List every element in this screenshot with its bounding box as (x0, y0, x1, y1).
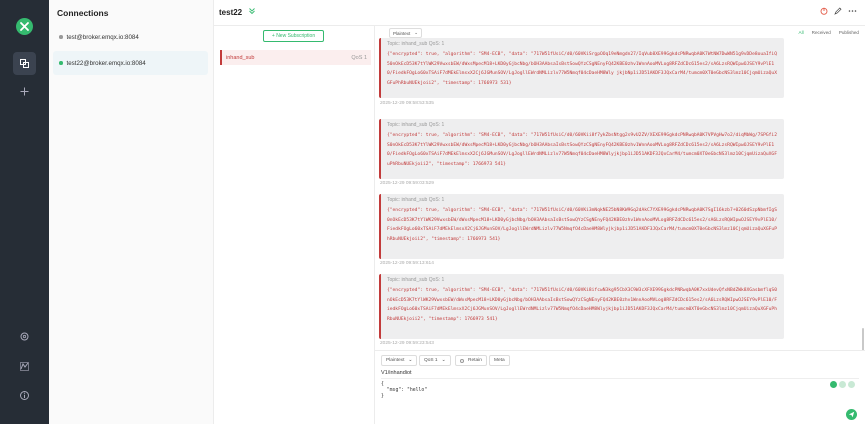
qos-select[interactable]: QoS 1 ⌄ (419, 355, 451, 366)
connections-panel: Connections test@broker.emqx.io:8084 tes… (49, 0, 214, 424)
payload-editor[interactable]: { "msg": "hello" } (381, 382, 427, 400)
message-filters: All Received Published (799, 30, 859, 35)
new-connection-icon[interactable] (13, 80, 36, 103)
messages-area: Plaintext ⌄ All Received Published Topic… (375, 26, 865, 350)
send-icon (848, 411, 855, 418)
sidebar-rail (0, 0, 49, 424)
payload-format-value: Plaintext (386, 358, 405, 363)
collapse-chevron-icon[interactable] (248, 7, 256, 17)
subscription-topic: inhand_sub (226, 54, 255, 61)
filter-received[interactable]: Received (812, 30, 831, 35)
connection-label: test@broker.emqx.io:8084 (66, 33, 139, 41)
settings-icon[interactable] (13, 325, 36, 348)
chevron-down-icon: ⌄ (414, 30, 419, 35)
message-topic: Topic: inhand_sub QoS: 1 (387, 197, 445, 203)
history-back-icon[interactable] (830, 381, 837, 388)
disconnect-icon[interactable] (820, 7, 828, 17)
filter-published[interactable]: Published (839, 30, 859, 35)
chevron-down-icon: ⌄ (441, 358, 446, 363)
message-format-select[interactable]: Plaintext ⌄ (389, 28, 423, 38)
message-bubble: Topic: inhand_sub QoS: 1 {"encrypted": t… (379, 274, 784, 339)
filter-all[interactable]: All (799, 30, 804, 35)
online-status-dot (59, 61, 63, 65)
topic-input[interactable]: V1/inhandiot (381, 370, 859, 379)
payload-format-select[interactable]: Plaintext ⌄ (381, 355, 418, 366)
meta-button[interactable]: Meta (489, 355, 510, 366)
connection-name: test22 (219, 8, 243, 17)
qos-value: QoS 1 (424, 358, 438, 363)
message-topic: Topic: inhand_sub QoS: 1 (387, 277, 445, 283)
history-forward-icon[interactable] (848, 381, 855, 388)
connection-item-selected[interactable]: test22@broker.emqx.io:8084 (53, 51, 208, 75)
script-icon[interactable] (13, 355, 36, 378)
edit-icon[interactable] (834, 7, 842, 17)
retain-label: Retain (468, 358, 482, 363)
message-payload: {"encrypted": true, "algorithm": "SM4-EC… (387, 133, 777, 167)
connection-header: test22 (214, 0, 865, 26)
message-timestamp: 2025-12-29 09:59:03:529 (380, 181, 434, 186)
message-bubble: Topic: inhand_sub QoS: 1 {"encrypted": t… (379, 38, 784, 98)
about-icon[interactable] (13, 384, 36, 407)
message-composer: Plaintext ⌄ QoS 1 ⌄ Retain Meta V1/inhan… (375, 350, 865, 424)
chevron-down-icon: ⌄ (408, 358, 413, 363)
message-timestamp: 2025-12-29 09:59:23:543 (380, 341, 434, 346)
connections-title: Connections (57, 8, 109, 18)
format-value: Plaintext (393, 30, 411, 36)
message-bubble: Topic: inhand_sub QoS: 1 {"encrypted": t… (379, 194, 784, 259)
offline-status-dot (59, 35, 63, 39)
send-button[interactable] (846, 409, 857, 420)
subscription-item[interactable]: inhand_sub QoS 1 (220, 50, 371, 65)
messages-scrollbar[interactable] (862, 328, 864, 350)
message-payload: {"encrypted": true, "algorithm": "SM4-EC… (387, 52, 777, 86)
retain-radio-icon (460, 358, 464, 363)
connection-label: test22@broker.emqx.io:8084 (66, 59, 146, 67)
more-icon[interactable] (848, 7, 857, 17)
message-payload: {"encrypted": true, "algorithm": "SM4-EC… (387, 208, 777, 242)
message-topic: Topic: inhand_sub QoS: 1 (387, 41, 445, 47)
subscriptions-panel: + New Subscription inhand_sub QoS 1 (214, 26, 375, 424)
message-topic: Topic: inhand_sub QoS: 1 (387, 122, 445, 128)
logo-icon (16, 18, 33, 35)
new-subscription-button[interactable]: + New Subscription (263, 30, 324, 42)
retain-toggle[interactable]: Retain (455, 355, 487, 366)
connection-item[interactable]: test@broker.emqx.io:8084 (53, 25, 208, 49)
message-bubble: Topic: inhand_sub QoS: 1 {"encrypted": t… (379, 119, 784, 179)
history-refresh-icon[interactable] (839, 381, 846, 388)
message-timestamp: 2025-12-29 09:58:53:535 (380, 101, 434, 106)
subscription-qos: QoS 1 (351, 54, 367, 61)
connections-icon[interactable] (13, 52, 36, 75)
message-payload: {"encrypted": true, "algorithm": "SM4-EC… (387, 288, 777, 322)
message-timestamp: 2025-12-29 09:59:13:614 (380, 261, 434, 266)
